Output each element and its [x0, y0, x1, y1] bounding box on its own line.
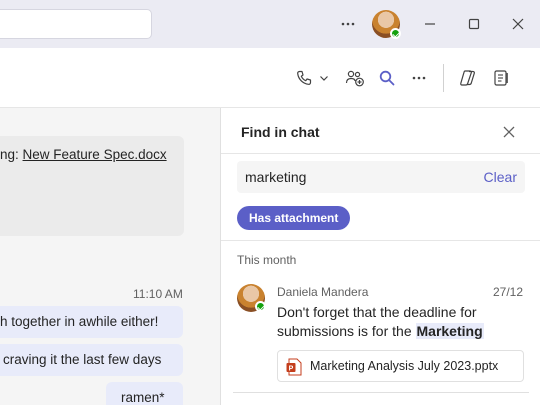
add-people-icon — [345, 70, 364, 87]
message-card: ng: New Feature Spec.docx — [0, 136, 184, 236]
find-in-chat-panel: Find in chat marketing Clear Has attachm… — [220, 108, 540, 405]
message-bubble: ramen* — [106, 382, 183, 405]
highlighted-match: Marketing — [415, 323, 484, 339]
chat-header — [0, 48, 540, 108]
divider — [233, 392, 529, 393]
chat-area: ng: New Feature Spec.docx 11:10 AM h tog… — [0, 108, 220, 405]
minimize-icon[interactable] — [418, 12, 442, 36]
result-date: 27/12 — [493, 285, 524, 299]
find-input[interactable]: marketing Clear — [237, 161, 525, 193]
powerpoint-file-icon: P — [286, 358, 302, 376]
close-panel-button[interactable] — [499, 122, 519, 142]
notes-button[interactable] — [490, 66, 512, 90]
search-button[interactable] — [376, 66, 398, 90]
toolbar-divider — [443, 64, 444, 92]
search-result-text[interactable]: Don't forget that the deadline for submi… — [277, 303, 517, 341]
file-link[interactable]: New Feature Spec.docx — [23, 147, 167, 162]
title-bar — [0, 0, 540, 48]
close-icon — [503, 126, 515, 138]
attachment-card[interactable]: P Marketing Analysis July 2023.pptx — [277, 350, 524, 382]
copilot-button[interactable] — [456, 66, 480, 90]
search-input[interactable] — [0, 9, 152, 39]
maximize-icon[interactable] — [462, 12, 486, 36]
call-button[interactable] — [292, 66, 332, 90]
chevron-down-icon — [320, 76, 328, 81]
section-label: This month — [237, 253, 297, 267]
close-window-icon[interactable] — [506, 12, 530, 36]
clear-button[interactable]: Clear — [484, 161, 517, 193]
has-attachment-filter-chip[interactable]: Has attachment — [237, 206, 351, 230]
attachment-name: Marketing Analysis July 2023.pptx — [310, 359, 499, 373]
copilot-icon — [460, 70, 475, 86]
message-timestamp: 11:10 AM — [133, 287, 183, 301]
notes-icon — [494, 70, 508, 86]
more-options-button[interactable] — [408, 66, 430, 90]
find-query: marketing — [245, 169, 307, 185]
sender-name: Daniela Mandera — [277, 285, 369, 299]
add-people-button[interactable] — [343, 66, 367, 90]
phone-icon — [297, 70, 312, 85]
search-icon — [379, 70, 395, 86]
more-horizontal-icon[interactable] — [336, 12, 360, 36]
presence-available-icon — [390, 28, 401, 39]
presence-available-icon — [255, 301, 266, 312]
divider — [221, 240, 540, 241]
message-bubble: craving it the last few days — [0, 344, 183, 376]
message-text: ng: — [0, 147, 23, 162]
panel-title: Find in chat — [241, 124, 320, 140]
divider — [221, 153, 540, 154]
message-bubble: h together in awhile either! — [0, 306, 183, 338]
svg-text:P: P — [289, 365, 294, 372]
more-horizontal-icon — [412, 76, 426, 80]
